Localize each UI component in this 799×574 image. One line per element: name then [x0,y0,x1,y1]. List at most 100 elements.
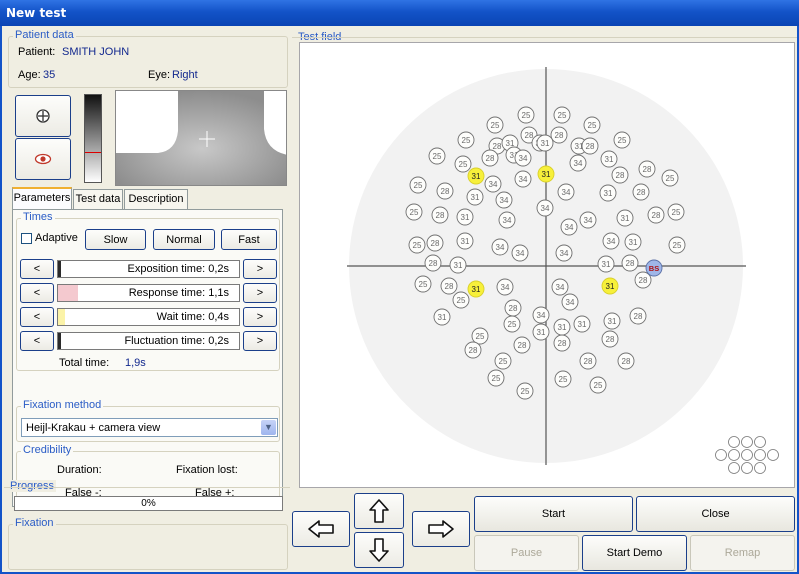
legend-point [728,449,740,461]
legend-point [715,449,727,461]
stimulus-point: 28 [426,234,444,252]
slow-button[interactable]: Slow [85,229,146,250]
new-test-window: Patient data Patient: SMITH JOHN Age: 35… [0,26,799,574]
fixation-target-button[interactable] [15,95,71,137]
stimulus-value: 31 [472,285,481,294]
wait-increase-button[interactable]: > [243,307,277,327]
fixation-method-select[interactable]: Heijl-Krakau + camera view ▼ [21,418,278,437]
stimulus-value: 28 [509,304,518,313]
progress-bar: 0% [14,496,283,511]
test-field[interactable]: 2525252528282525283131313128252528313434… [299,42,795,488]
stimulus-point: 25 [589,376,607,394]
start-demo-button[interactable]: Start Demo [582,535,687,571]
stimulus-value: 31 [621,214,630,223]
response-time-label: Response time: [128,287,206,299]
adaptive-checkbox[interactable] [21,233,32,244]
stimulus-value: 25 [672,208,681,217]
stimulus-point: 34 [555,244,573,262]
stimulus-point: 31 [433,308,451,326]
stimulus-value: 28 [622,357,631,366]
chevron-down-icon[interactable]: ▼ [261,420,276,435]
stimulus-point: 28 [611,166,629,184]
stimulus-value: 34 [560,249,569,258]
stimulus-point: 34 [557,183,575,201]
move-down-button[interactable] [354,532,404,568]
stimulus-value: 25 [433,152,442,161]
move-up-button[interactable] [354,493,404,529]
stimulus-point: 31 [466,188,484,206]
fluctuation-time-value: 0,2s [208,335,229,347]
stimulus-value: 25 [521,387,530,396]
wait-time-value: 0,4s [208,311,229,323]
stimulus-value: 34 [501,283,510,292]
stimulus-point: 34 [569,154,587,172]
stimulus-value: 31 [608,317,617,326]
stimulus-point: 25 [554,370,572,388]
stimulus-point: 25 [613,131,631,149]
stimulus-point: 28 [629,307,647,325]
credibility-title: Credibility [21,444,74,456]
stimulus-value: 31 [454,261,463,270]
normal-button[interactable]: Normal [153,229,215,250]
response-time-fill [58,285,78,301]
stimulus-value: 25 [594,381,603,390]
wait-time-bar: Wait time: 0,4s [57,308,240,326]
fluctuation-increase-button[interactable]: > [243,331,277,351]
stimulus-value: 25 [457,296,466,305]
stimulus-value: 31 [558,323,567,332]
close-button[interactable]: Close [636,496,795,532]
legend-point [728,462,740,474]
stimulus-point: 31 [600,150,618,168]
fast-button[interactable]: Fast [221,229,277,250]
tab-parameters[interactable]: Parameters [12,187,72,210]
blind-spot-label: BS [649,264,659,273]
pause-button[interactable]: Pause [474,535,579,571]
response-decrease-button[interactable]: < [20,283,54,303]
exposition-increase-button[interactable]: > [243,259,277,279]
stimulus-value: 28 [525,131,534,140]
stimulus-point: 25 [454,155,472,173]
stimulus-point: 28 [550,126,568,144]
age-value: 35 [43,69,56,81]
legend-point [754,449,766,461]
test-field-canvas[interactable]: 2525252528282525283131313128252528313434… [300,43,794,487]
total-time-value: 1,9s [125,357,146,369]
stimulus-point: 28 [553,334,571,352]
stimulus-point: 28 [638,160,656,178]
stimulus-point: 25 [553,106,571,124]
stimulus-value: 25 [559,375,568,384]
stimulus-point: 31 [456,208,474,226]
eye-camera-button[interactable] [15,138,71,180]
stimulus-value: 31 [604,189,613,198]
stimulus-value: 28 [584,357,593,366]
exposition-time-value: 0,2s [208,263,229,275]
wait-time-label: Wait time: [156,311,206,323]
remap-button[interactable]: Remap [690,535,795,571]
exposition-decrease-button[interactable]: < [20,259,54,279]
tab-description[interactable]: Description [124,189,188,209]
fluctuation-decrease-button[interactable]: < [20,331,54,351]
stimulus-value: 28 [637,188,646,197]
stimulus-value: 34 [562,188,571,197]
arrow-down-icon [369,538,389,562]
stimulus-point-highlighted: 31 [537,165,555,183]
total-time-label: Total time: [59,357,110,369]
start-button[interactable]: Start [474,496,633,532]
stimulus-value: 25 [673,241,682,250]
stimulus-point: 31 [536,134,554,152]
tab-test-data[interactable]: Test data [73,189,123,209]
stimulus-point: 28 [617,352,635,370]
brightness-slider[interactable] [84,94,102,183]
response-increase-button[interactable]: > [243,283,277,303]
stimulus-point: 34 [514,149,532,167]
stimulus-value: 34 [584,216,593,225]
duration-label: Duration: [57,464,102,476]
stimulus-value: 28 [486,154,495,163]
wait-decrease-button[interactable]: < [20,307,54,327]
stimulus-value: 28 [634,312,643,321]
stimulus-point: 34 [561,293,579,311]
stimulus-value: 31 [471,193,480,202]
move-left-button[interactable] [292,511,350,547]
move-right-button[interactable] [412,511,470,547]
stimulus-value: 28 [429,259,438,268]
